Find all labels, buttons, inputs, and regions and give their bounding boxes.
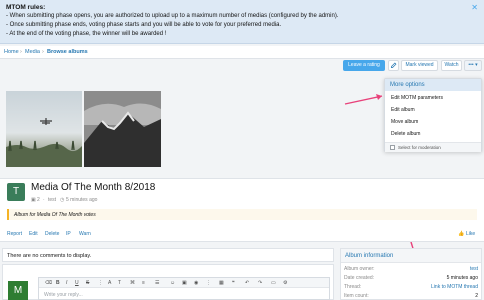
info-owner-value[interactable]: test: [470, 266, 478, 272]
no-comments-text: There are no comments to display.: [7, 253, 92, 259]
author-avatar[interactable]: T: [7, 183, 25, 201]
album-information-header: Album information: [341, 249, 481, 263]
edit-link[interactable]: Edit: [29, 231, 38, 237]
warn-link[interactable]: Warn: [79, 231, 91, 237]
like-link[interactable]: Like: [466, 231, 475, 237]
strike-icon[interactable]: S: [86, 280, 89, 286]
info-key: Thread:: [344, 284, 362, 290]
link-icon[interactable]: ⌘: [130, 280, 135, 286]
report-link[interactable]: Report: [7, 231, 22, 237]
underline-icon[interactable]: U: [75, 280, 79, 286]
align-icon[interactable]: ≡: [142, 280, 145, 286]
media-count: 2: [37, 197, 40, 203]
table-icon[interactable]: ▦: [219, 280, 224, 286]
info-thread-link[interactable]: Link to MOTM thread: [431, 284, 478, 290]
more-text-icon[interactable]: ⋮: [98, 280, 103, 286]
comments-box: There are no comments to display.: [2, 248, 334, 262]
clock-icon: ◷: [60, 197, 65, 203]
user-icon: ·: [43, 197, 45, 203]
album-author[interactable]: test: [48, 197, 56, 203]
preview-icon[interactable]: ▭: [271, 280, 276, 286]
album-information-title: Album information: [345, 253, 394, 259]
redo-icon[interactable]: ↷: [258, 280, 262, 286]
insert-icon[interactable]: ⋮: [206, 280, 211, 286]
arrow-to-menu: [344, 95, 383, 105]
reply-avatar: M: [8, 281, 28, 300]
italic-icon[interactable]: I: [66, 280, 67, 286]
color-icon[interactable]: A: [108, 280, 111, 286]
image-icon[interactable]: ▣: [182, 280, 187, 286]
info-item-count-value: 2: [475, 293, 478, 299]
delete-link[interactable]: Delete: [45, 231, 59, 237]
emoji-icon[interactable]: ☺: [170, 280, 175, 286]
media-count-icon: ▣: [31, 197, 36, 203]
info-key: Album owner:: [344, 266, 375, 272]
ip-link[interactable]: IP: [66, 231, 71, 237]
bold-icon[interactable]: B: [56, 280, 60, 286]
list-icon[interactable]: ☰: [155, 280, 159, 286]
gear-icon[interactable]: ⚙: [283, 280, 287, 286]
reply-placeholder: Write your reply...: [44, 292, 83, 298]
album-description: Album for Media Of The Month votes: [7, 209, 477, 220]
info-key: Item count:: [344, 293, 369, 299]
info-date-value: 5 minutes ago: [446, 275, 478, 281]
like-icon[interactable]: 👍: [458, 231, 464, 237]
album-time: 5 minutes ago: [66, 197, 98, 203]
undo-icon[interactable]: ↶: [245, 280, 249, 286]
eraser-icon[interactable]: ⌫: [45, 280, 52, 286]
quote-icon[interactable]: ❝: [232, 280, 235, 286]
camera-icon[interactable]: ◉: [194, 280, 198, 286]
album-description-text: Album for Media Of The Month votes: [14, 212, 96, 218]
page-title: Media Of The Month 8/2018: [31, 182, 156, 193]
info-key: Date created:: [344, 275, 375, 281]
font-size-icon[interactable]: T: [118, 280, 121, 286]
